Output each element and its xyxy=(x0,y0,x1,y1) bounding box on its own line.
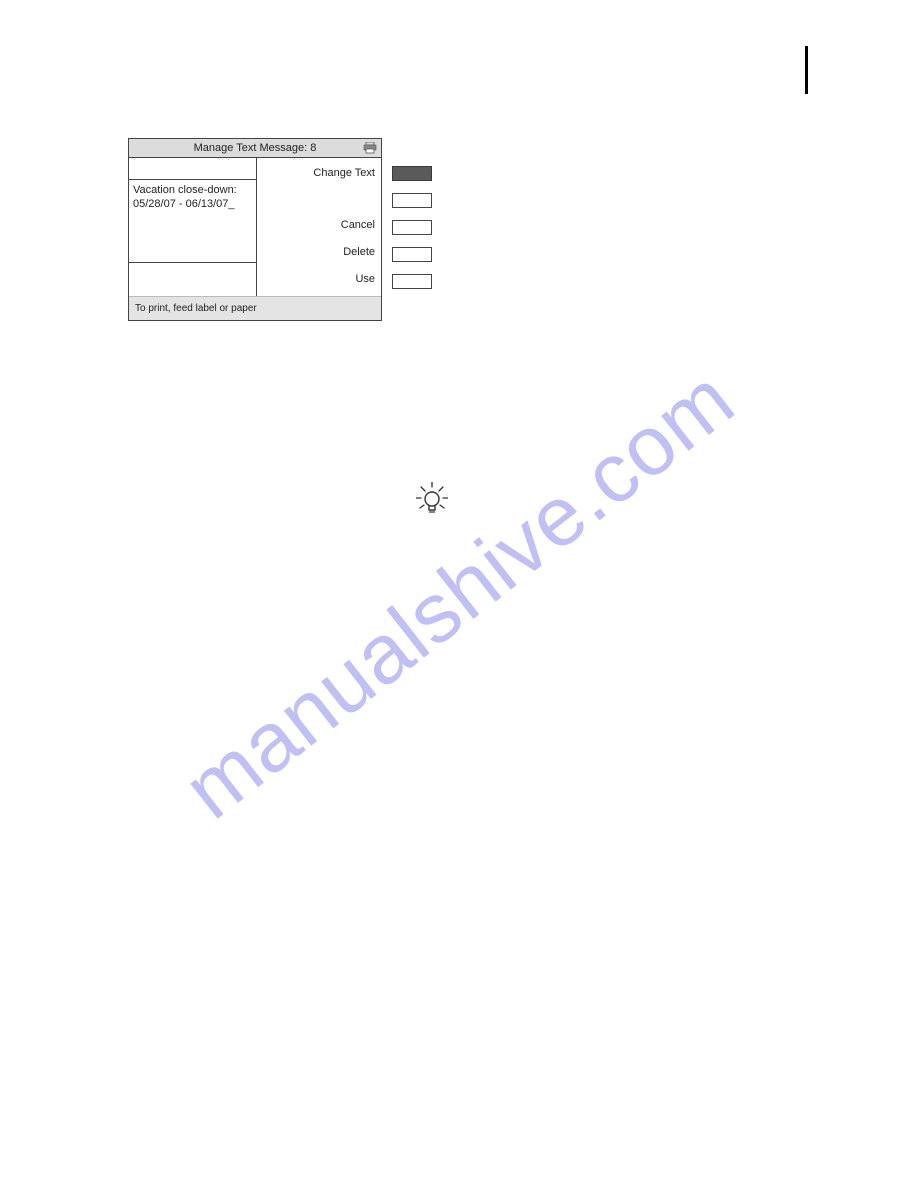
left-bottom-empty-cell xyxy=(129,262,256,296)
dialog-title-bar: Manage Text Message: 8 xyxy=(129,139,381,158)
manage-text-message-dialog: Manage Text Message: 8 Vacation close-do… xyxy=(128,138,382,321)
change-text-button[interactable] xyxy=(392,166,432,181)
message-text-area[interactable]: Vacation close-down: 05/28/07 - 06/13/07… xyxy=(129,180,256,262)
message-line-1: Vacation close-down: xyxy=(133,184,252,198)
dialog-body: Vacation close-down: 05/28/07 - 06/13/07… xyxy=(129,158,381,296)
page-edge-mark xyxy=(805,46,808,94)
cancel-label: Cancel xyxy=(261,211,375,238)
side-button-column xyxy=(392,166,432,289)
lightbulb-icon xyxy=(416,482,448,518)
dialog-footer-text: To print, feed label or paper xyxy=(129,296,381,320)
watermark-text: manualshive.com xyxy=(166,350,753,838)
left-top-empty-cell xyxy=(129,158,256,180)
delete-label: Delete xyxy=(261,238,375,265)
use-button[interactable] xyxy=(392,274,432,289)
change-text-label: Change Text xyxy=(261,162,375,184)
cancel-button[interactable] xyxy=(392,220,432,235)
blank-button[interactable] xyxy=(392,193,432,208)
use-label: Use xyxy=(261,265,375,292)
dialog-title-text: Manage Text Message: 8 xyxy=(194,142,317,154)
spacer-label xyxy=(261,184,375,211)
printer-icon xyxy=(363,142,377,154)
message-line-2: 05/28/07 - 06/13/07_ xyxy=(133,198,252,212)
dialog-left-column: Vacation close-down: 05/28/07 - 06/13/07… xyxy=(129,158,257,296)
dialog-right-column: Change Text Cancel Delete Use xyxy=(257,158,381,296)
delete-button[interactable] xyxy=(392,247,432,262)
